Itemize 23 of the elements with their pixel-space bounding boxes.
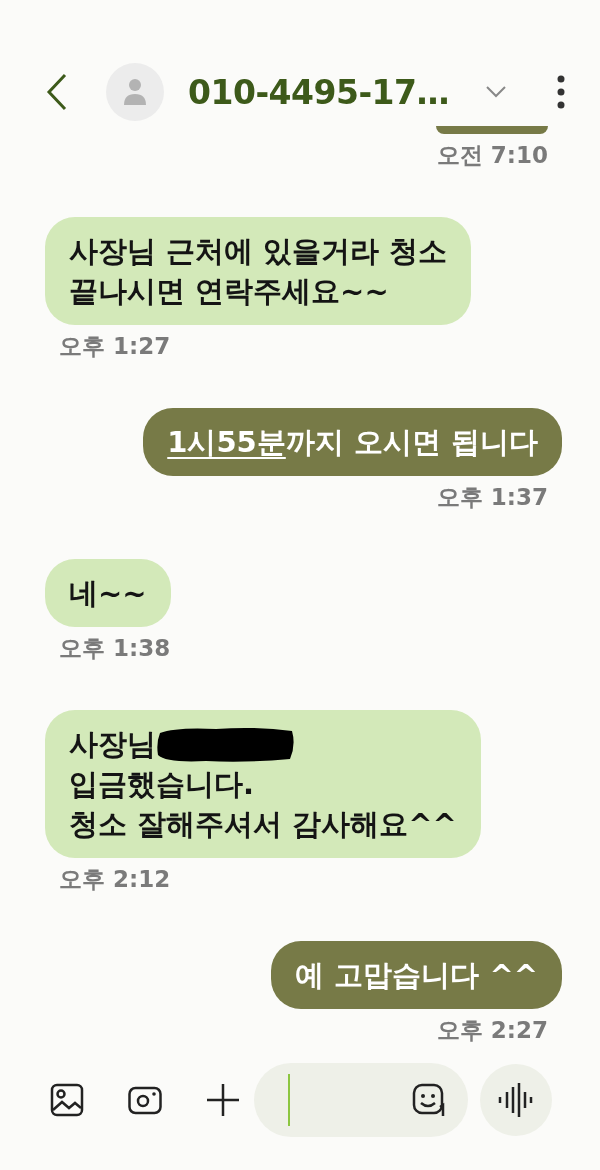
message-text: 예 고맙습니다 ^^	[295, 957, 538, 994]
waveform-icon	[498, 1083, 534, 1117]
chevron-down-icon[interactable]	[485, 85, 508, 99]
time-link[interactable]: 1시55분	[167, 422, 286, 462]
image-icon[interactable]	[50, 1083, 84, 1117]
plus-icon[interactable]	[206, 1083, 240, 1117]
message-text: 청소 잘해주셔서 감사해요^^	[69, 806, 457, 843]
sticker-icon[interactable]	[412, 1083, 446, 1117]
message-text: 사장님	[69, 726, 156, 763]
message-time: 오후 2:12	[59, 865, 171, 894]
back-icon[interactable]	[46, 73, 68, 111]
more-icon[interactable]	[557, 75, 566, 109]
message-text: 입금했습니다.	[69, 766, 255, 803]
message-text: 끝나시면 연락주세요~~	[69, 273, 389, 310]
message-text: 까지 오시면 됩니다	[285, 424, 538, 461]
message-text: 네~~	[69, 575, 147, 612]
message-text: 사장님 근처에 있을거라 청소	[69, 233, 448, 270]
message-time: 오후 1:27	[59, 332, 171, 361]
message-time: 오후 2:27	[436, 1016, 548, 1045]
message-time: 오전 7:10	[436, 141, 548, 170]
message-time: 오후 1:38	[59, 634, 171, 663]
contact-title[interactable]: 010-4495-17…	[188, 72, 450, 112]
message-time: 오후 1:37	[436, 483, 548, 512]
